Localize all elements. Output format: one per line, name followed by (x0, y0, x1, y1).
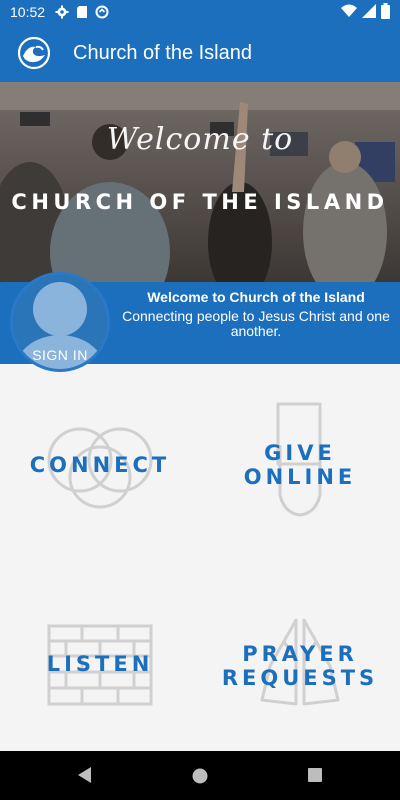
welcome-title: Welcome to Church of the Island (147, 289, 365, 305)
hero-script-text: Welcome to (106, 122, 294, 157)
prayer-requests-label-line-1: PRAYER (242, 642, 358, 666)
back-icon[interactable] (75, 765, 93, 785)
connect-label-line: CONNECT (29, 453, 171, 477)
app-title: Church of the Island (73, 41, 252, 64)
battery-icon (381, 3, 390, 19)
wifi-icon (341, 4, 357, 17)
prayer-requests-tile[interactable]: PRAYER REQUESTS (200, 558, 400, 751)
listen-label: LISTEN (0, 652, 200, 676)
give-online-label-line-2: ONLINE (243, 465, 357, 489)
app-bar: Church of the Island (0, 24, 400, 82)
gear-icon (55, 5, 69, 19)
worship-photo (0, 82, 400, 282)
sync-icon (95, 5, 109, 19)
status-icons-right (341, 3, 390, 19)
give-online-label: GIVE ONLINE (200, 441, 400, 489)
listen-label-line: LISTEN (46, 652, 154, 676)
hero-title: CHURCH OF THE ISLAND (11, 190, 389, 214)
system-nav-bar (0, 751, 400, 800)
sign-in-avatar[interactable]: SIGN IN (10, 272, 110, 372)
status-icons-left (55, 5, 109, 19)
welcome-subtitle: Connecting people to Jesus Christ and on… (122, 308, 390, 339)
status-bar: 10:52 (0, 0, 400, 24)
signal-icon (362, 4, 376, 18)
connect-tile[interactable]: CONNECT (0, 365, 200, 558)
hero-banner: Welcome to CHURCH OF THE ISLAND (0, 82, 400, 282)
recents-icon[interactable] (307, 767, 323, 783)
give-online-label-line-1: GIVE (264, 441, 336, 465)
listen-tile[interactable]: LISTEN (0, 558, 200, 751)
home-icon[interactable] (191, 767, 209, 785)
sd-card-icon (77, 6, 88, 18)
wave-logo-icon[interactable] (16, 35, 52, 71)
status-time: 10:52 (10, 4, 46, 20)
connect-label: CONNECT (0, 453, 200, 477)
prayer-requests-label: PRAYER REQUESTS (200, 642, 400, 690)
give-online-tile[interactable]: GIVE ONLINE (200, 365, 400, 558)
sign-in-label: SIGN IN (32, 347, 88, 363)
prayer-requests-label-line-2: REQUESTS (221, 666, 379, 690)
